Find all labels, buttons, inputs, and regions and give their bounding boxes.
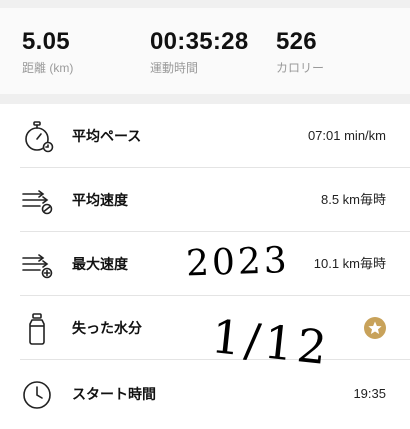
- handwritten-annotation: 2023 1/12: [185, 240, 333, 375]
- handwritten-date: 1/12: [209, 309, 333, 375]
- handwritten-year: 2023: [185, 240, 290, 285]
